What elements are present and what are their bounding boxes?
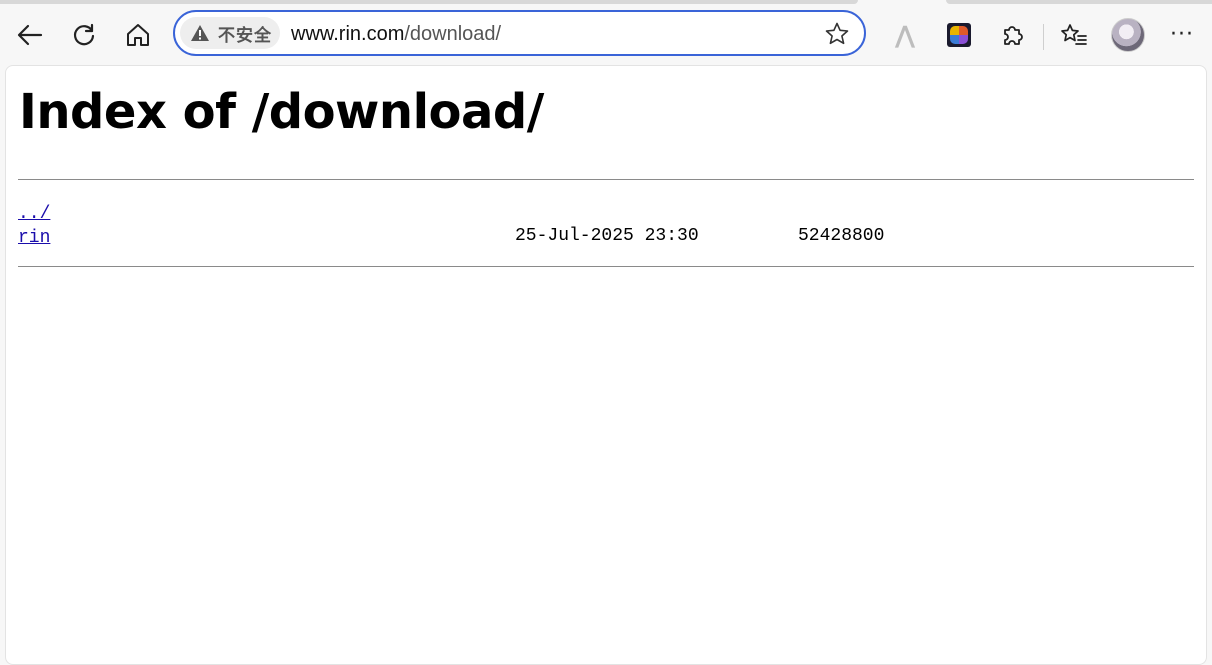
file-size: 52428800 bbox=[798, 226, 885, 246]
file-listing: ../ rin 25-Jul-2025 23:30 52428800 bbox=[18, 200, 1194, 248]
colored-extension-icon bbox=[947, 23, 971, 47]
url-host: www.rin.com bbox=[291, 23, 405, 45]
puzzle-piece-icon bbox=[1004, 26, 1023, 45]
warning-triangle-icon bbox=[191, 25, 209, 41]
url-path: /download/ bbox=[404, 23, 502, 45]
star-icon[interactable] bbox=[824, 21, 850, 47]
favorites-list-icon bbox=[1061, 24, 1087, 45]
active-tab-edge[interactable] bbox=[0, 0, 858, 4]
home-icon bbox=[127, 24, 149, 46]
favorites-button[interactable] bbox=[1054, 15, 1094, 55]
home-button[interactable] bbox=[118, 15, 158, 55]
profile-button[interactable] bbox=[1108, 15, 1148, 55]
reload-button[interactable] bbox=[64, 15, 104, 55]
toolbar-divider bbox=[1043, 24, 1044, 50]
file-date: 25-Jul-2025 23:30 bbox=[515, 226, 699, 246]
more-menu-button[interactable]: ··· bbox=[1162, 15, 1202, 55]
security-indicator[interactable]: 不安全 bbox=[180, 17, 280, 49]
colored-extension-button[interactable] bbox=[939, 15, 979, 55]
browser-toolbar: 不安全 www.rin.com/download/ ⋀ ··· bbox=[0, 5, 1212, 65]
list-item: rin 25-Jul-2025 23:30 52428800 bbox=[18, 224, 1194, 248]
security-label: 不安全 bbox=[218, 25, 272, 46]
avatar bbox=[1111, 18, 1145, 52]
more-dots-icon: ··· bbox=[1170, 22, 1194, 47]
page-title: Index of /download/ bbox=[19, 84, 544, 140]
list-item: ../ bbox=[18, 200, 1194, 224]
back-arrow-icon bbox=[17, 24, 43, 46]
top-rule bbox=[18, 179, 1194, 180]
inactive-tab-edge[interactable] bbox=[946, 0, 1212, 4]
parent-directory-link[interactable]: ../ bbox=[18, 204, 50, 224]
url-text[interactable]: www.rin.com/download/ bbox=[291, 23, 501, 46]
address-bar[interactable]: 不安全 www.rin.com/download/ bbox=[173, 10, 866, 56]
page-viewport: Index of /download/ ../ rin 25-Jul-2025 … bbox=[5, 65, 1207, 665]
bottom-rule bbox=[18, 266, 1194, 267]
extensions-button[interactable] bbox=[993, 15, 1033, 55]
extension-a-button[interactable]: ⋀ bbox=[885, 15, 925, 55]
reload-icon bbox=[73, 23, 95, 46]
back-button[interactable] bbox=[10, 15, 50, 55]
file-link-rin[interactable]: rin bbox=[18, 228, 50, 248]
extension-a-icon: ⋀ bbox=[894, 21, 916, 49]
